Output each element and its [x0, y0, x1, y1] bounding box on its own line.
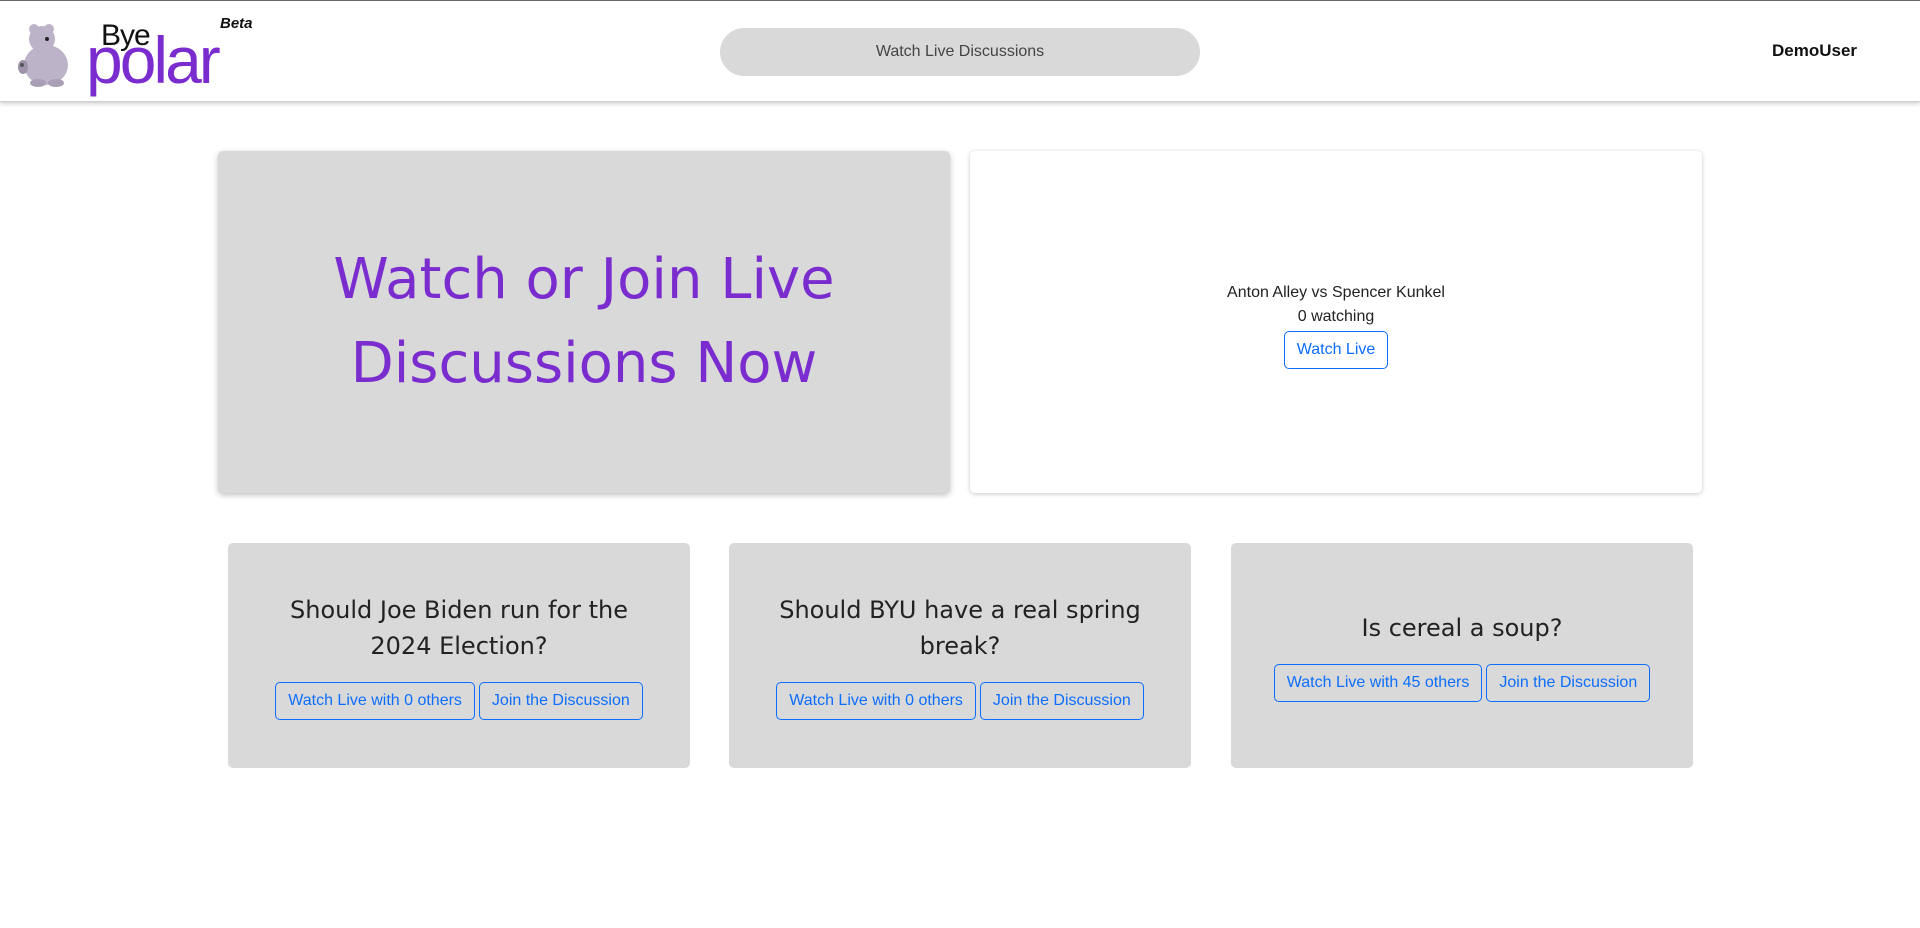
join-discussion-button[interactable]: Join the Discussion — [1486, 663, 1651, 702]
watch-live-button[interactable]: Watch Live with 0 others — [776, 681, 976, 720]
topic-card: Is cereal a soup? Watch Live with 45 oth… — [1231, 543, 1693, 768]
topic-actions: Watch Live with 0 others Join the Discus… — [275, 681, 643, 720]
hero-banner: Watch or Join Live Discussions Now — [218, 151, 950, 493]
featured-live-watching-count: 0 watching — [1297, 308, 1375, 325]
featured-live-title: Anton Alley vs Spencer Kunkel — [1227, 284, 1445, 301]
watch-live-button[interactable]: Watch Live with 0 others — [275, 681, 475, 720]
topic-card: Should Joe Biden run for the 2024 Electi… — [228, 543, 690, 768]
topic-actions: Watch Live with 0 others Join the Discus… — [776, 681, 1144, 720]
featured-live-card: Anton Alley vs Spencer Kunkel 0 watching… — [970, 151, 1702, 493]
topic-question: Should BYU have a real spring break? — [779, 595, 1141, 660]
logo-polar-text: polar — [86, 23, 221, 97]
topic-question: Is cereal a soup? — [1361, 613, 1563, 642]
beta-badge: Beta — [220, 15, 253, 32]
join-discussion-button[interactable]: Join the Discussion — [979, 681, 1144, 720]
search-bar[interactable]: Watch Live Discussions — [720, 28, 1200, 76]
watch-live-button[interactable]: Watch Live — [1283, 331, 1389, 369]
hero-title: Watch or Join Live Discussions Now — [333, 247, 835, 396]
search-placeholder: Watch Live Discussions — [875, 43, 1045, 60]
topic-question: Should Joe Biden run for the 2024 Electi… — [290, 595, 628, 660]
topic-card: Should BYU have a real spring break? Wat… — [729, 543, 1191, 768]
byepolar-logo[interactable]: Bye polar Beta — [16, 13, 266, 93]
user-menu[interactable]: DemoUser — [1772, 41, 1857, 61]
join-discussion-button[interactable]: Join the Discussion — [478, 681, 643, 720]
polar-bear-icon — [18, 24, 68, 87]
watch-live-button[interactable]: Watch Live with 45 others — [1273, 663, 1483, 702]
topic-actions: Watch Live with 45 others Join the Discu… — [1273, 663, 1651, 702]
top-navbar: Bye polar Beta Watch Live Discussions De… — [0, 1, 1920, 102]
